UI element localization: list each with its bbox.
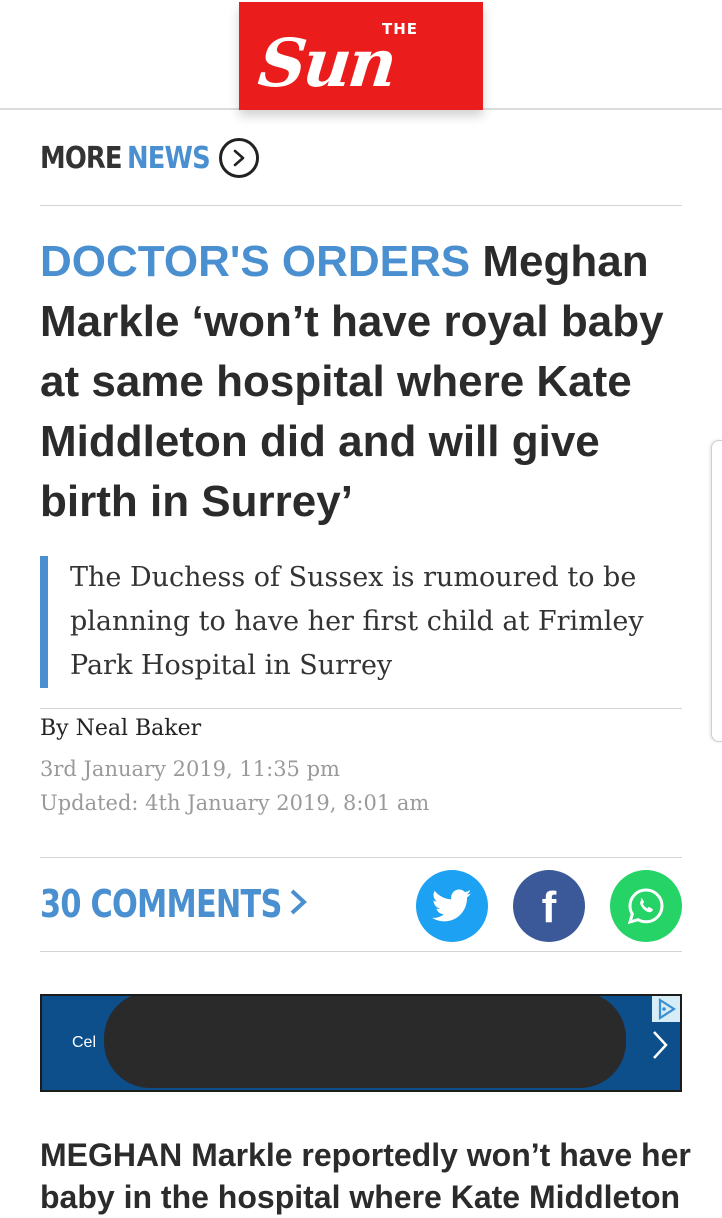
article-headline: DOCTOR'S ORDERS Meghan Markle ‘won’t hav… (40, 232, 690, 532)
comments-chevron-icon (288, 885, 310, 924)
chevron-right-icon[interactable] (650, 1028, 670, 1067)
author-byline[interactable]: By Neal Baker (40, 716, 201, 741)
advertisement-banner[interactable]: Cel (40, 994, 682, 1092)
adchoices-icon[interactable] (652, 996, 680, 1022)
whatsapp-share-button[interactable] (610, 870, 682, 942)
twitter-share-button[interactable] (416, 870, 488, 942)
top-bar: THE Sun (0, 0, 722, 110)
published-date: 3rd January 2019, 11:35 pm (40, 757, 340, 781)
more-news-label-more: MORE (40, 140, 123, 176)
facebook-share-button[interactable]: f (513, 870, 585, 942)
article-standfirst: The Duchess of Sussex is rumoured to be … (40, 556, 680, 688)
ad-text: Cel (72, 1034, 97, 1051)
divider (40, 708, 682, 709)
comments-link[interactable]: 30 COMMENTS (40, 876, 310, 932)
more-news-label-news: NEWS (126, 140, 211, 176)
divider (40, 205, 682, 206)
divider (40, 951, 682, 952)
more-news-link[interactable]: MORE NEWS (40, 136, 260, 180)
logo-sun-text: Sun (254, 24, 398, 102)
headline-kicker: DOCTOR'S ORDERS (40, 237, 471, 286)
divider (40, 857, 682, 858)
article-body-lead: MEGHAN Markle reportedly won’t have her … (40, 1137, 691, 1215)
updated-date: Updated: 4th January 2019, 8:01 am (40, 791, 430, 815)
the-sun-logo[interactable]: THE Sun (239, 2, 483, 110)
whatsapp-icon (627, 888, 664, 925)
twitter-icon (432, 889, 472, 922)
comments-label: 30 COMMENTS (40, 882, 282, 926)
scrollbar-thumb[interactable] (711, 440, 722, 742)
chevron-right-circle-icon (219, 138, 260, 178)
facebook-icon: f (541, 883, 557, 932)
redaction-overlay (104, 996, 626, 1088)
